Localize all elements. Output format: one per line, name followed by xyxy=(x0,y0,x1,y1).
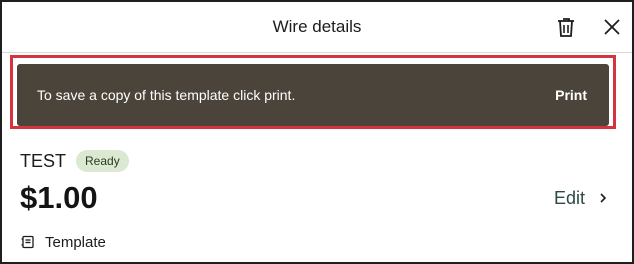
print-banner: To save a copy of this template click pr… xyxy=(17,64,609,126)
edit-link[interactable]: Edit xyxy=(554,186,607,210)
banner-message: To save a copy of this template click pr… xyxy=(37,87,296,103)
chevron-right-icon xyxy=(599,192,607,204)
status-badge: Ready xyxy=(76,150,129,172)
template-icon xyxy=(20,234,36,250)
panel-title: Wire details xyxy=(272,17,362,36)
print-button[interactable]: Print xyxy=(555,64,587,126)
wire-type-label: Template xyxy=(45,233,106,251)
wire-name-row: TEST Ready xyxy=(20,149,129,173)
close-button[interactable] xyxy=(599,14,625,40)
trash-icon xyxy=(558,18,574,37)
wire-name: TEST xyxy=(20,150,67,171)
wire-details-panel: Wire details To save a copy of this temp… xyxy=(0,0,634,264)
panel-header: Wire details xyxy=(2,2,632,53)
close-icon xyxy=(604,19,620,35)
delete-button[interactable] xyxy=(553,14,579,40)
edit-label: Edit xyxy=(554,187,586,208)
wire-type-row: Template xyxy=(20,231,106,253)
wire-amount: $1.00 xyxy=(20,180,98,215)
